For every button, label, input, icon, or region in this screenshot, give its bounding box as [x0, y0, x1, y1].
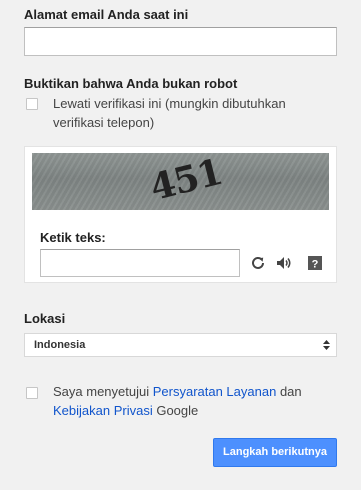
captcha-input[interactable]	[40, 249, 240, 277]
terms-prefix: Saya menyetujui	[53, 384, 153, 399]
audio-icon[interactable]	[276, 255, 292, 271]
skip-label-line1: Lewati verifikasi ini (mungkin dibutuhka…	[53, 96, 286, 111]
skip-verification-checkbox[interactable]	[26, 98, 38, 110]
terms-label: Saya menyetujui Persyaratan Layanan dan …	[53, 382, 302, 420]
select-arrows-icon	[323, 340, 330, 350]
help-icon[interactable]: ?	[307, 255, 323, 271]
skip-label-line2: verifikasi telepon)	[53, 115, 155, 130]
svg-text:?: ?	[312, 258, 319, 270]
email-input[interactable]	[24, 27, 337, 56]
privacy-link[interactable]: Kebijakan Privasi	[53, 403, 153, 418]
captcha-panel: 451 Ketik teks: ?	[24, 146, 337, 283]
terms-and: dan	[276, 384, 302, 399]
location-label: Lokasi	[24, 311, 66, 326]
email-label: Alamat email Anda saat ini	[24, 7, 189, 22]
captcha-image: 451	[32, 153, 329, 210]
terms-suffix: Google	[152, 403, 199, 418]
skip-verification-label: Lewati verifikasi ini (mungkin dibutuhka…	[53, 94, 286, 132]
tos-link[interactable]: Persyaratan Layanan	[153, 384, 277, 399]
refresh-icon[interactable]	[250, 255, 266, 271]
next-step-button[interactable]: Langkah berikutnya	[213, 438, 337, 467]
robot-heading: Buktikan bahwa Anda bukan robot	[24, 76, 238, 91]
captcha-type-label: Ketik teks:	[40, 230, 106, 245]
location-select[interactable]: Indonesia	[24, 333, 337, 357]
location-selected-value: Indonesia	[34, 339, 86, 351]
terms-checkbox[interactable]	[26, 387, 38, 399]
